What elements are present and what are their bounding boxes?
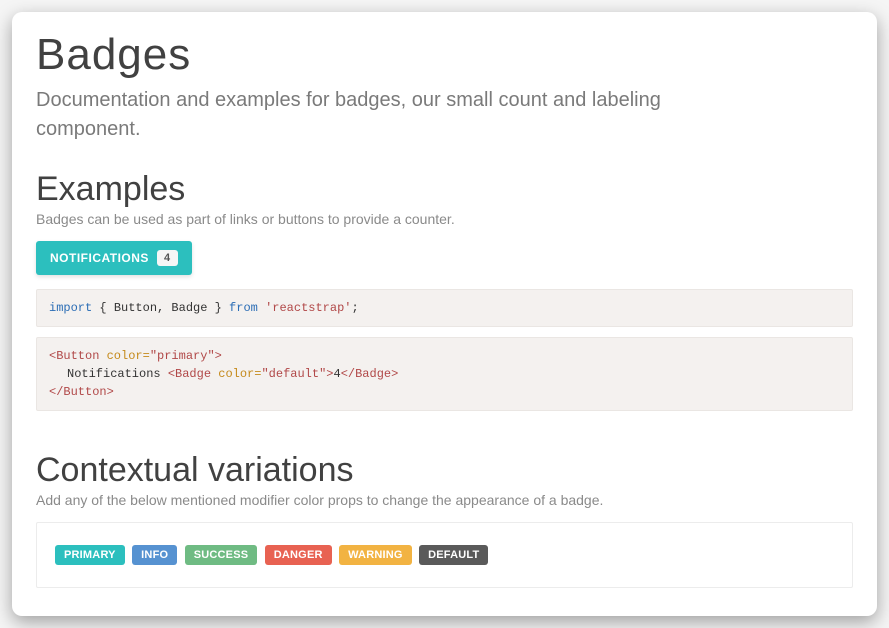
code-token: color=: [107, 349, 150, 363]
contextual-sub: Add any of the below mentioned modifier …: [36, 492, 853, 508]
notifications-button[interactable]: Notifications 4: [36, 241, 192, 275]
badge-default: DEFAULT: [419, 545, 488, 565]
badge-warning: WARNING: [339, 545, 412, 565]
code-token: 4: [333, 367, 340, 381]
code-import: import { Button, Badge } from 'reactstra…: [36, 289, 853, 327]
badge-success: SUCCESS: [185, 545, 258, 565]
code-token: "default": [261, 367, 326, 381]
examples-sub: Badges can be used as part of links or b…: [36, 211, 853, 227]
code-token: 'reactstrap': [265, 301, 351, 315]
badge-primary: PRIMARY: [55, 545, 125, 565]
code-token: { Button, Badge }: [99, 301, 221, 315]
code-jsx: <Button color="primary"> Notifications <…: [36, 337, 853, 411]
code-token: color=: [218, 367, 261, 381]
code-token: Notifications: [67, 367, 168, 381]
code-token: <Badge: [168, 367, 218, 381]
code-token: ;: [351, 301, 358, 315]
doc-card: Badges Documentation and examples for ba…: [12, 12, 877, 616]
page-lead: Documentation and examples for badges, o…: [36, 86, 676, 144]
code-token: from: [229, 301, 258, 315]
code-token: </Badge>: [341, 367, 399, 381]
notifications-badge: 4: [157, 250, 178, 266]
contextual-heading: Contextual variations: [36, 451, 853, 490]
code-token: <Button: [49, 349, 107, 363]
page-title: Badges: [36, 30, 853, 80]
badge-info: INFO: [132, 545, 177, 565]
code-token: </Button>: [49, 385, 114, 399]
code-token: "primary": [150, 349, 215, 363]
code-token: >: [215, 349, 222, 363]
notifications-button-label: Notifications: [50, 251, 149, 265]
code-token: import: [49, 301, 92, 315]
badge-examples-box: PRIMARY INFO SUCCESS DANGER WARNING DEFA…: [36, 522, 853, 588]
badge-danger: DANGER: [265, 545, 332, 565]
examples-heading: Examples: [36, 170, 853, 209]
